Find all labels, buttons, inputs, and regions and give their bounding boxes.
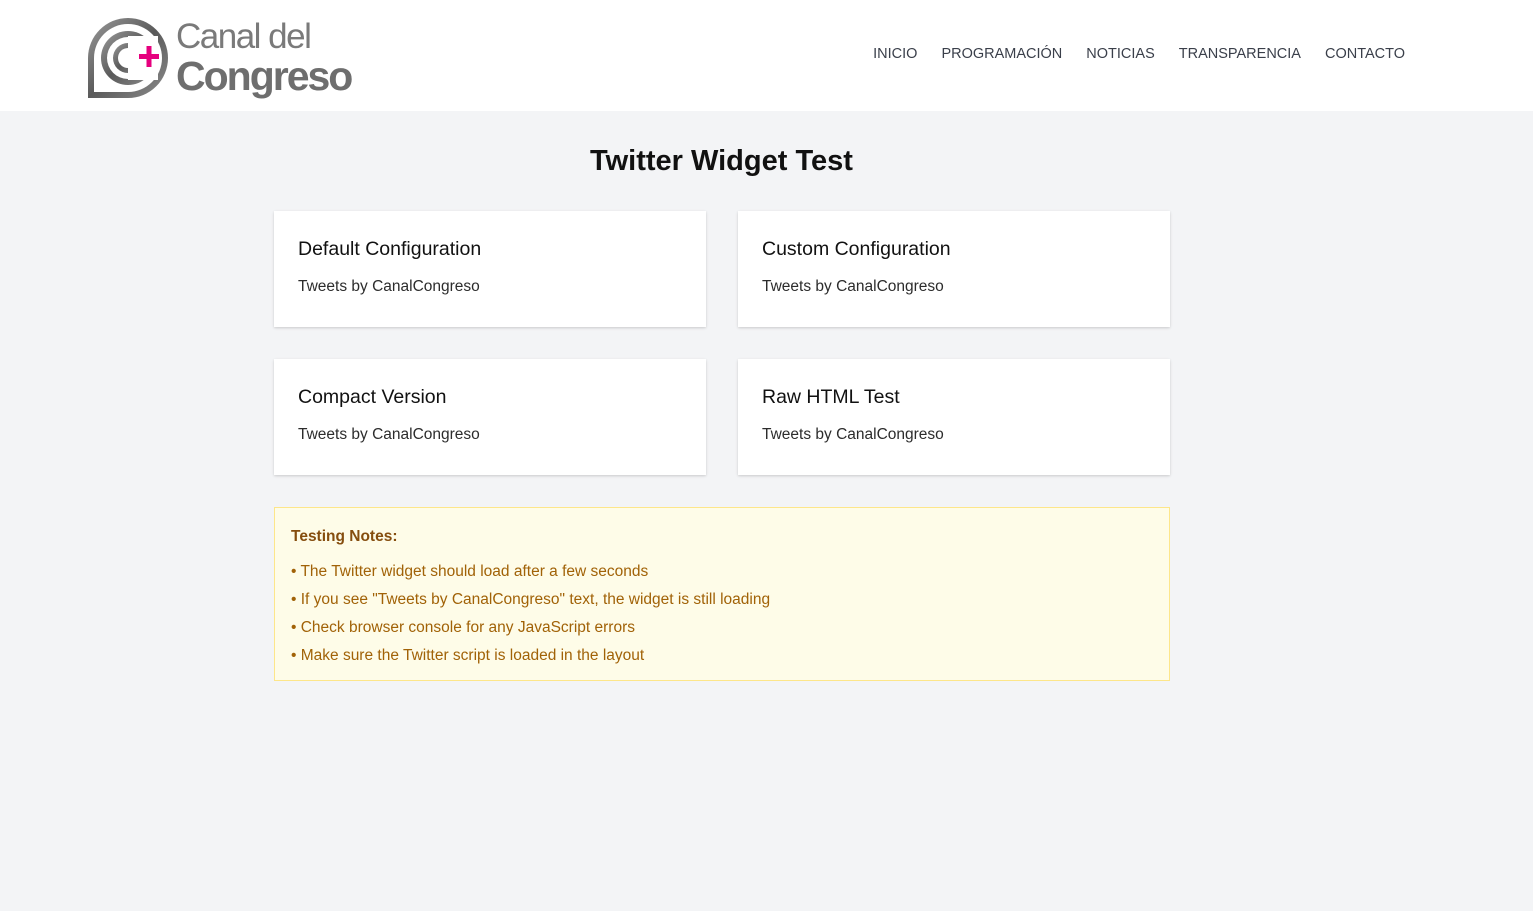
main-nav: INICIO PROGRAMACIÓN NOTICIAS TRANSPARENC… (873, 45, 1405, 63)
card-title: Compact Version (298, 386, 447, 408)
nav-item-programacion[interactable]: PROGRAMACIÓN (941, 45, 1062, 63)
tweets-by-link[interactable]: Tweets by CanalCongreso (762, 425, 944, 445)
logo-text-congreso: Congreso (176, 53, 353, 99)
tweets-by-link[interactable]: Tweets by CanalCongreso (298, 277, 480, 297)
card-custom-configuration: Custom Configuration Tweets by CanalCong… (738, 211, 1170, 327)
card-title: Custom Configuration (762, 238, 951, 260)
card-compact-version: Compact Version Tweets by CanalCongreso (274, 359, 706, 475)
nav-item-inicio[interactable]: INICIO (873, 45, 917, 63)
list-item: • If you see "Tweets by CanalCongreso" t… (291, 591, 771, 608)
canal-del-congreso-logo[interactable]: Canal del Congreso (84, 14, 374, 100)
testing-notes: Testing Notes: • The Twitter widget shou… (274, 507, 1170, 681)
list-item: • Check browser console for any JavaScri… (291, 619, 635, 636)
canal-congreso-logo-icon (88, 18, 168, 98)
page-title: Twitter Widget Test (590, 145, 853, 177)
card-title: Default Configuration (298, 238, 482, 260)
testing-notes-list: • The Twitter widget should load after a… (291, 558, 1153, 670)
card-title: Raw HTML Test (762, 386, 900, 408)
list-item: • Make sure the Twitter script is loaded… (291, 647, 645, 664)
nav-item-contacto[interactable]: CONTACTO (1325, 45, 1405, 63)
site-header: Canal del Congreso INICIO PROGRAMACIÓN N… (0, 0, 1533, 111)
card-default-configuration: Default Configuration Tweets by CanalCon… (274, 211, 706, 327)
nav-item-transparencia[interactable]: TRANSPARENCIA (1179, 45, 1301, 63)
tweets-by-link[interactable]: Tweets by CanalCongreso (762, 277, 944, 297)
list-item: • The Twitter widget should load after a… (291, 563, 649, 580)
nav-item-noticias[interactable]: NOTICIAS (1086, 45, 1154, 63)
tweets-by-link[interactable]: Tweets by CanalCongreso (298, 425, 480, 445)
card-raw-html-test: Raw HTML Test Tweets by CanalCongreso (738, 359, 1170, 475)
logo-text-canal-del: Canal del (176, 17, 312, 56)
testing-notes-title: Testing Notes: (291, 528, 398, 545)
